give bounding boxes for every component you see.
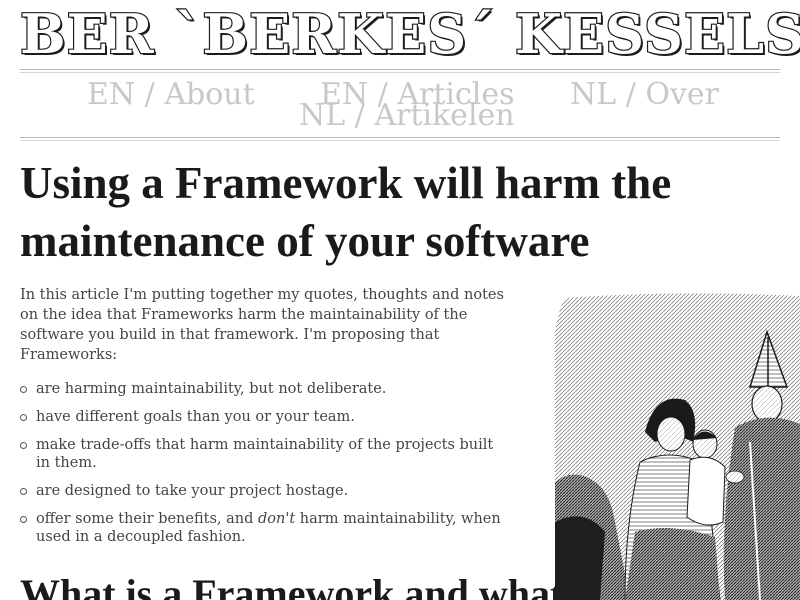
- site-title[interactable]: BER `BERKES´ KESSELS: [19, 5, 800, 63]
- list-item: offer some their benefits, and don't har…: [20, 510, 510, 546]
- engraving-illustration-svg: [555, 293, 800, 600]
- hollow-circle-icon: [20, 386, 27, 393]
- section-heading: What is a Framework and what: [20, 571, 564, 600]
- main-navigation: EN / About EN / Articles NL / Over NL / …: [20, 72, 780, 136]
- list-item-text: make trade-offs that harm maintainabilit…: [36, 437, 494, 471]
- list-item-text: are harming maintainability, but not del…: [36, 381, 387, 397]
- nav-link-en-about[interactable]: EN / About: [87, 78, 255, 112]
- article-intro: In this article I'm putting together my …: [20, 287, 504, 363]
- hollow-circle-icon: [20, 442, 27, 449]
- nav-bottom-divider: [20, 137, 780, 141]
- list-item-text: are designed to take your project hostag…: [36, 483, 349, 499]
- nav-link-nl-over[interactable]: NL / Over: [570, 78, 719, 112]
- list-item: have different goals than you or your te…: [20, 408, 510, 426]
- hollow-circle-icon: [20, 488, 27, 495]
- article-title: Using a Framework will harm the maintena…: [20, 158, 672, 266]
- hollow-circle-icon: [20, 414, 27, 421]
- page: BER `BERKES´ KESSELS EN / About EN / Art…: [0, 0, 800, 600]
- list-item-text-before: offer some their benefits, and: [36, 511, 259, 527]
- article-points-list: are harming maintainability, but not del…: [20, 380, 510, 556]
- list-item: are harming maintainability, but not del…: [20, 380, 510, 398]
- list-item: make trade-offs that harm maintainabilit…: [20, 436, 510, 472]
- hollow-circle-icon: [20, 516, 27, 523]
- nav-link-nl-artikelen[interactable]: NL / Artikelen: [299, 99, 515, 133]
- list-item-emphasis: don't: [258, 511, 296, 527]
- list-item: are designed to take your project hostag…: [20, 482, 510, 500]
- list-item-text: have different goals than you or your te…: [36, 409, 355, 425]
- engraving-illustration: [555, 292, 800, 600]
